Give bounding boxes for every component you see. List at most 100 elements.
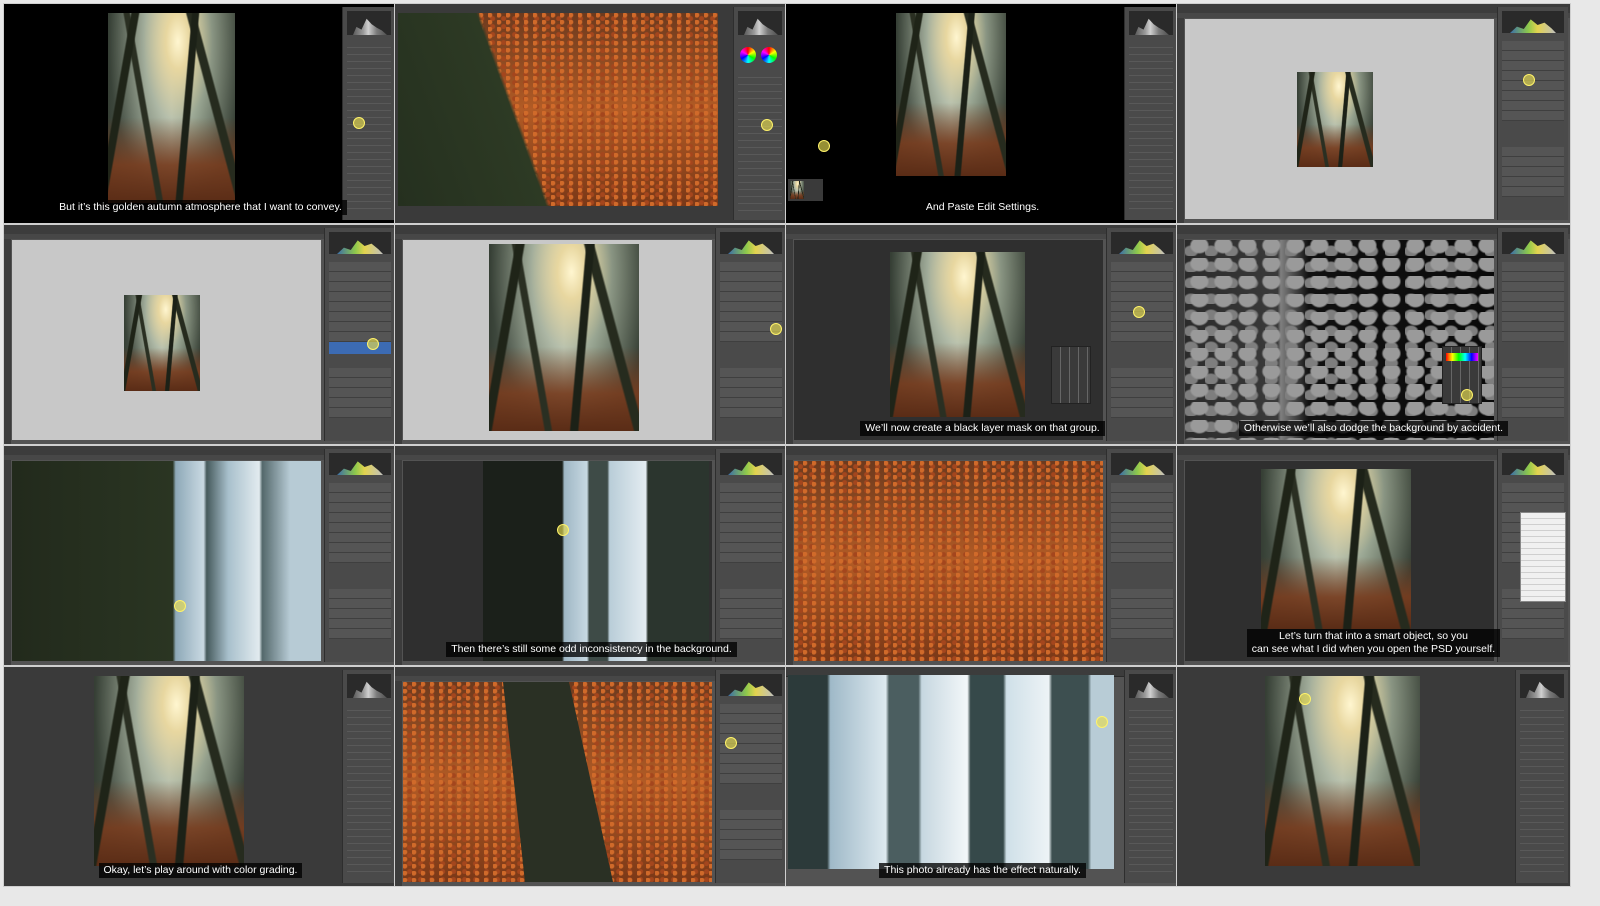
mouse-cursor <box>174 600 186 612</box>
subtitle-text: We’ll now create a black layer mask on t… <box>860 421 1105 436</box>
channels-list[interactable] <box>720 368 782 418</box>
color-wheel-highlights[interactable] <box>761 47 777 63</box>
layers-panel[interactable] <box>1497 228 1568 441</box>
mouse-cursor <box>818 140 830 152</box>
canvas-area[interactable] <box>12 240 321 440</box>
video-frame-14[interactable] <box>394 666 789 887</box>
video-frame-10[interactable]: Then there’s still some odd inconsistenc… <box>394 445 789 666</box>
adjustment-sliders[interactable] <box>1129 41 1173 214</box>
canvas-area[interactable] <box>12 461 321 661</box>
mouse-cursor <box>1299 693 1311 705</box>
mouse-cursor <box>761 119 773 131</box>
adjustment-sliders[interactable] <box>347 704 391 877</box>
tools-panel[interactable] <box>786 460 793 665</box>
canvas-area[interactable] <box>794 240 1103 440</box>
video-frame-9[interactable] <box>3 445 398 666</box>
tools-panel[interactable] <box>1177 18 1184 223</box>
video-frame-4[interactable] <box>1176 3 1571 224</box>
layer-list[interactable] <box>720 483 782 563</box>
camera-raw-panel[interactable] <box>1124 7 1177 220</box>
channels-list[interactable] <box>329 368 391 418</box>
forest-photo <box>896 13 1006 176</box>
trunk-closeup-photo <box>12 461 321 661</box>
histogram <box>1129 674 1173 698</box>
subtitle: Let’s turn that into a smart object, so … <box>1177 629 1570 657</box>
video-frame-3[interactable]: And Paste Edit Settings. <box>785 3 1180 224</box>
layer-context-menu[interactable] <box>1520 512 1566 602</box>
mouse-cursor <box>1096 716 1108 728</box>
camera-raw-panel[interactable] <box>342 670 395 883</box>
channels-list[interactable] <box>720 810 782 860</box>
selected-layer[interactable] <box>329 342 391 354</box>
subtitle-text: Then there’s still some odd inconsistenc… <box>446 642 737 657</box>
tools-panel[interactable] <box>1177 239 1184 444</box>
tool-palette-popup[interactable] <box>1051 346 1091 404</box>
adjustment-sliders[interactable] <box>738 71 782 214</box>
channels-list[interactable] <box>1502 368 1564 418</box>
color-grading-panel[interactable] <box>733 7 786 220</box>
layer-list[interactable] <box>329 262 391 342</box>
histogram <box>1520 674 1564 698</box>
layers-panel[interactable] <box>1106 228 1177 441</box>
tools-panel[interactable] <box>4 460 11 665</box>
camera-raw-panel[interactable] <box>1515 670 1568 883</box>
video-frame-13[interactable]: Okay, let’s play around with color gradi… <box>3 666 398 887</box>
channels-list[interactable] <box>329 589 391 639</box>
video-frame-6[interactable] <box>394 224 789 445</box>
channels-list[interactable] <box>1111 589 1173 639</box>
tools-panel[interactable] <box>395 681 402 886</box>
video-frame-11[interactable] <box>785 445 1180 666</box>
adjustment-sliders[interactable] <box>1129 704 1173 877</box>
canvas-area[interactable] <box>1185 19 1494 219</box>
video-frame-5[interactable] <box>3 224 398 445</box>
channels-list[interactable] <box>720 589 782 639</box>
forest-floor-photo <box>794 461 1103 661</box>
color-swatch-strip[interactable] <box>1446 353 1478 361</box>
canvas-area[interactable] <box>1185 240 1494 440</box>
tools-panel[interactable] <box>786 239 793 444</box>
tools-panel[interactable] <box>395 460 402 665</box>
subtitle-text: This photo already has the effect natura… <box>879 863 1086 878</box>
adjustment-sliders[interactable] <box>1520 704 1564 877</box>
canvas-area[interactable] <box>403 461 712 661</box>
mouse-cursor <box>1461 389 1473 401</box>
color-wheel-midtones[interactable] <box>740 47 756 63</box>
channels-list[interactable] <box>1502 147 1564 197</box>
channels-list[interactable] <box>1111 368 1173 418</box>
mask-view-photo <box>1185 240 1494 440</box>
video-frame-1[interactable]: But it’s this golden autumn atmosphere t… <box>3 3 398 224</box>
layer-list[interactable] <box>1502 262 1564 342</box>
mouse-cursor <box>770 323 782 335</box>
layer-list[interactable] <box>329 483 391 563</box>
adjustment-sliders[interactable] <box>347 41 391 214</box>
video-frame-2[interactable] <box>394 3 789 224</box>
forest-photo <box>94 676 244 866</box>
video-frame-8[interactable]: Otherwise we’ll also dodge the backgroun… <box>1176 224 1571 445</box>
layer-list[interactable] <box>1111 483 1173 563</box>
layers-panel[interactable] <box>1106 449 1177 662</box>
layers-panel[interactable] <box>715 449 786 662</box>
histogram <box>720 232 782 254</box>
tools-panel[interactable] <box>395 239 402 444</box>
camera-raw-panel[interactable] <box>1124 670 1177 883</box>
layers-panel[interactable] <box>715 670 786 883</box>
canvas-area[interactable] <box>403 682 712 882</box>
video-frame-7[interactable]: We’ll now create a black layer mask on t… <box>785 224 1180 445</box>
tools-panel[interactable] <box>4 239 11 444</box>
histogram <box>1111 232 1173 254</box>
subtitle: Otherwise we’ll also dodge the backgroun… <box>1177 418 1570 436</box>
camera-raw-panel[interactable] <box>342 7 395 220</box>
video-frame-16[interactable] <box>1176 666 1571 887</box>
video-frame-12[interactable]: Let’s turn that into a smart object, so … <box>1176 445 1571 666</box>
video-frame-15[interactable]: This photo already has the effect natura… <box>785 666 1180 887</box>
canvas-area[interactable] <box>794 461 1103 661</box>
subtitle-text: Let’s turn that into a smart object, so … <box>1246 629 1501 657</box>
histogram <box>1502 11 1564 33</box>
canvas-area[interactable] <box>403 240 712 440</box>
layers-panel[interactable] <box>324 449 395 662</box>
forest-photo <box>890 252 1025 417</box>
layers-panel[interactable] <box>324 228 395 441</box>
layers-panel[interactable] <box>1497 7 1568 220</box>
layer-list[interactable] <box>1111 262 1173 342</box>
mouse-cursor <box>1523 74 1535 86</box>
